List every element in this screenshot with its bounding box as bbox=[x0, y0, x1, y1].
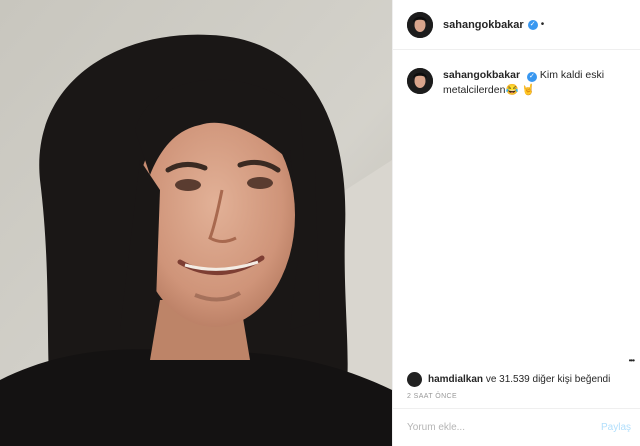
post-photo[interactable] bbox=[0, 0, 392, 446]
caption-username[interactable]: sahangokbakar bbox=[443, 69, 520, 81]
caption-body: sahangokbakar ✓ Kim kaldi eski metalcile… bbox=[443, 68, 626, 98]
likes-count-text[interactable]: ve 31.539 diğer kişi beğendi bbox=[486, 374, 611, 385]
caption-emojis: 😂 🤘 bbox=[505, 84, 535, 96]
likes-summary: hamdialkan ve 31.539 diğer kişi beğendi bbox=[407, 372, 610, 387]
liker-avatar[interactable] bbox=[407, 372, 422, 387]
author-avatar[interactable] bbox=[407, 11, 433, 38]
header-dot: • bbox=[540, 19, 545, 30]
post-comment-button[interactable]: Paylaş bbox=[601, 422, 631, 433]
post-header: sahangokbakar ✓ • bbox=[393, 0, 640, 50]
liker-username[interactable]: hamdialkan bbox=[428, 374, 483, 385]
verified-badge-icon: ✓ bbox=[527, 19, 538, 30]
caption-avatar[interactable] bbox=[407, 68, 433, 94]
comment-input[interactable] bbox=[407, 422, 601, 433]
author-username[interactable]: sahangokbakar bbox=[443, 19, 524, 31]
post-caption: sahangokbakar ✓ Kim kaldi eski metalcile… bbox=[393, 50, 640, 98]
comment-bar: Paylaş bbox=[393, 408, 640, 446]
avatar-image-icon bbox=[407, 11, 433, 38]
more-options-icon[interactable]: ••• bbox=[629, 356, 635, 365]
verified-badge-icon: ✓ bbox=[526, 72, 537, 82]
post-timestamp: 2 SAAT ÖNCE bbox=[407, 393, 458, 400]
avatar-image-icon bbox=[407, 68, 433, 94]
post-sidebar: sahangokbakar ✓ • sahangokbakar ✓ Kim ka… bbox=[392, 0, 640, 446]
photo-illustration bbox=[0, 0, 392, 446]
